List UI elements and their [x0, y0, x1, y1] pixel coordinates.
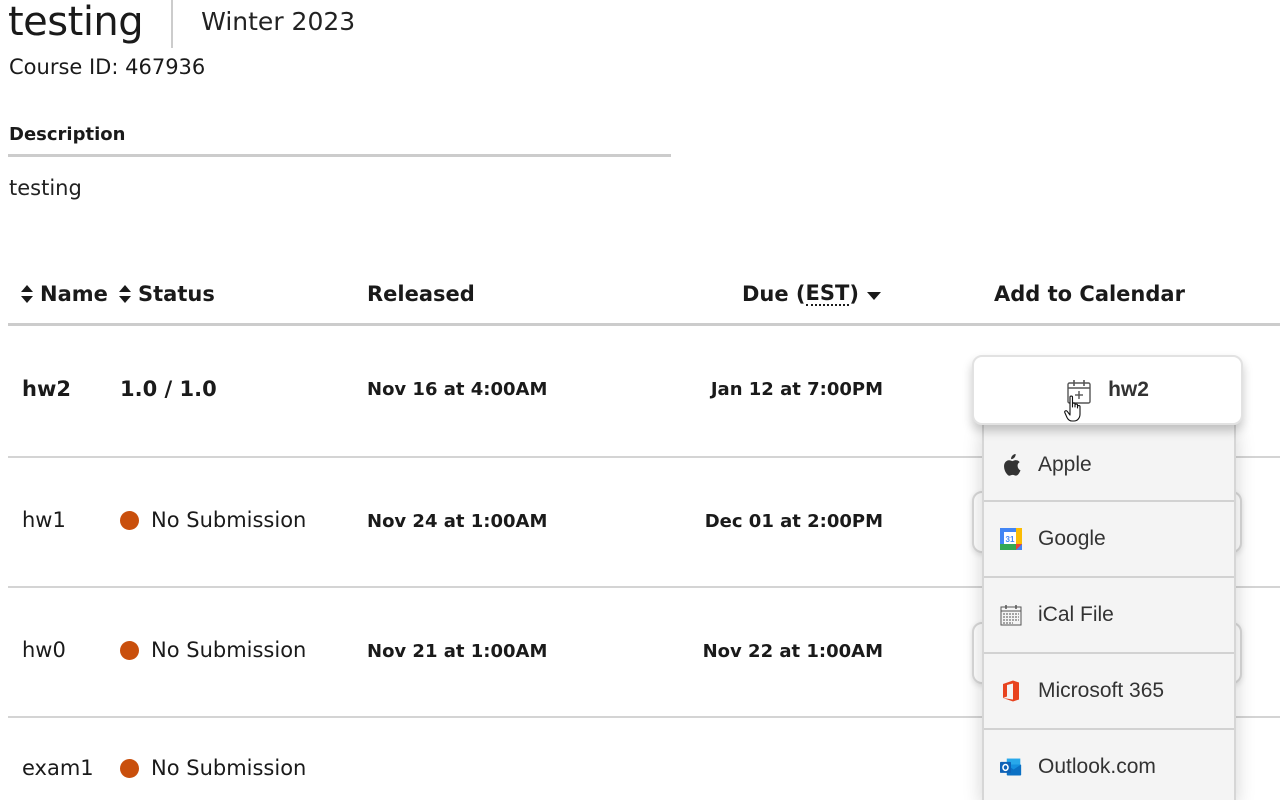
- course-term: Winter 2023: [201, 7, 356, 36]
- course-title: testing: [8, 0, 144, 45]
- calendar-option-apple[interactable]: Apple: [984, 425, 1234, 502]
- released-date: Nov 21 at 1:00AM: [367, 641, 548, 662]
- calendar-option-outlook[interactable]: Outlook.com: [984, 730, 1234, 800]
- sort-icon: [119, 285, 131, 303]
- outlook-icon: [1000, 756, 1022, 778]
- add-to-calendar-header: Add to Calendar: [994, 282, 1185, 306]
- sort-by-name-header[interactable]: Name: [20, 282, 108, 306]
- name-header-label: Name: [40, 282, 108, 306]
- google-calendar-icon: 31: [1000, 528, 1022, 550]
- calendar-button-label: hw2: [1108, 378, 1149, 401]
- course-id: Course ID: 467936: [9, 55, 206, 79]
- calendar-option-label: Google: [1038, 527, 1106, 550]
- apple-icon: [1000, 453, 1022, 476]
- calendar-option-google[interactable]: 31 Google: [984, 502, 1234, 578]
- sort-by-due-header[interactable]: Due (EST): [742, 282, 881, 306]
- released-header: Released: [367, 282, 475, 306]
- hand-pointer-cursor-icon: [1064, 395, 1081, 422]
- calendar-option-label: Outlook.com: [1038, 755, 1156, 778]
- calendar-option-label: iCal File: [1038, 603, 1114, 626]
- timezone-abbr: EST: [805, 281, 850, 306]
- released-header-label: Released: [367, 282, 475, 306]
- calendar-option-ical[interactable]: iCal File: [984, 578, 1234, 654]
- header-divider: [171, 0, 174, 48]
- released-date: Nov 16 at 4:00AM: [367, 379, 548, 400]
- assignment-score: 1.0 / 1.0: [120, 377, 217, 401]
- calendar-option-label: Apple: [1038, 452, 1092, 476]
- calendar-option-label: Microsoft 365: [1038, 679, 1165, 702]
- sort-icon: [21, 285, 33, 303]
- due-date: Nov 22 at 1:00AM: [702, 641, 883, 662]
- due-date: Jan 12 at 7:00PM: [710, 379, 883, 400]
- submission-status-label: No Submission: [151, 638, 307, 662]
- description-divider: [8, 154, 671, 157]
- submission-status: No Submission: [120, 508, 306, 532]
- assignment-name-link[interactable]: hw2: [22, 377, 71, 401]
- status-header-label: Status: [138, 282, 215, 306]
- add-to-calendar-button-active[interactable]: hw2: [972, 355, 1243, 425]
- sort-by-status-header[interactable]: Status: [118, 282, 215, 306]
- missing-status-dot-icon: [120, 510, 139, 530]
- calendar-option-microsoft-365[interactable]: Microsoft 365: [984, 654, 1234, 730]
- table-header: Name Status Released Due (EST) Add to Ca…: [8, 270, 1280, 326]
- due-header-prefix: Due (: [742, 282, 806, 306]
- microsoft-365-icon: [1000, 680, 1022, 702]
- description-heading: Description: [9, 124, 126, 145]
- svg-text:31: 31: [1006, 535, 1015, 544]
- ical-file-icon: [1000, 604, 1022, 626]
- missing-status-dot-icon: [120, 640, 139, 660]
- description-text: testing: [9, 176, 82, 200]
- submission-status: No Submission: [120, 638, 306, 662]
- sort-descending-icon: [866, 292, 881, 300]
- due-date: Dec 01 at 2:00PM: [704, 511, 883, 532]
- missing-status-dot-icon: [120, 758, 139, 778]
- submission-status: No Submission: [120, 756, 306, 780]
- add-to-calendar-header-label: Add to Calendar: [994, 282, 1185, 306]
- released-date: Nov 24 at 1:00AM: [367, 511, 548, 532]
- assignment-name-link[interactable]: exam1: [22, 756, 94, 780]
- course-header: testing Winter 2023: [8, 0, 355, 50]
- submission-status-label: No Submission: [151, 756, 307, 780]
- calendar-options-menu: Apple 31 Google iCal File Microsoft 365 …: [982, 425, 1236, 800]
- submission-status-label: No Submission: [151, 508, 307, 532]
- due-header-suffix: ): [849, 282, 859, 306]
- assignment-name-link[interactable]: hw1: [22, 508, 66, 532]
- assignment-name-link[interactable]: hw0: [22, 638, 66, 662]
